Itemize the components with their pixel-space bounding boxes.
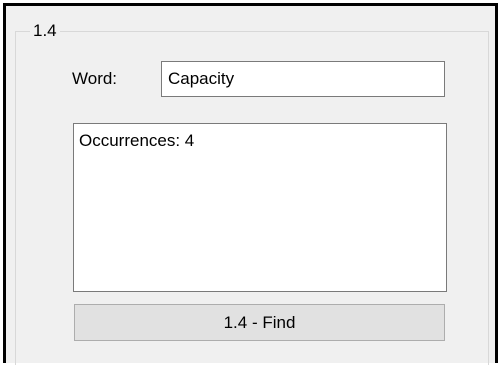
occurrences-output[interactable]: Occurrences: 4 (73, 123, 447, 292)
word-input[interactable] (161, 61, 445, 97)
window-frame: 1.4 Word: Occurrences: 4 1.4 - Find (3, 3, 498, 365)
word-label: Word: (72, 69, 118, 88)
group-title: 1.4 (30, 21, 60, 41)
find-button[interactable]: 1.4 - Find (74, 304, 445, 341)
occurrences-text: Occurrences: 4 (79, 131, 195, 150)
